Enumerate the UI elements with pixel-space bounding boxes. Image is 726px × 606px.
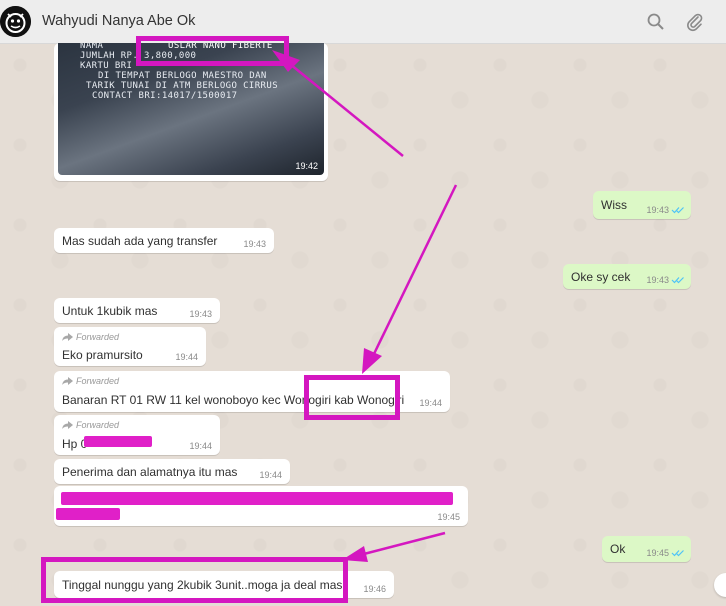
read-ticks-icon: [671, 550, 684, 557]
message-text: Ok: [610, 542, 626, 556]
outgoing-message[interactable]: Oke sy cek 19:43: [563, 264, 691, 289]
forwarded-label: Forwarded: [62, 332, 119, 342]
read-ticks-icon: [671, 277, 684, 284]
photo-line: CONTACT BRI:14017/1500017: [92, 91, 238, 101]
message-time: 19:42: [295, 161, 318, 171]
forward-arrow-icon: [62, 333, 73, 341]
message-time: 19:43: [189, 309, 212, 319]
redaction-bar: [84, 436, 152, 447]
outgoing-message[interactable]: Ok 19:45: [602, 536, 691, 562]
message-text: Oke sy cek: [571, 270, 631, 284]
message-time: 19:46: [363, 584, 386, 594]
incoming-message[interactable]: Untuk 1kubik mas 19:43: [54, 298, 220, 323]
message-text: Untuk 1kubik mas: [62, 304, 158, 318]
photo-line: NAMA: [80, 43, 104, 51]
chat-title[interactable]: Wahyudi Nanya Abe Ok: [42, 13, 195, 29]
attach-icon[interactable]: [685, 12, 705, 32]
outgoing-message[interactable]: Wiss 19:43: [593, 191, 691, 219]
message-time: 19:45: [437, 512, 460, 522]
forwarded-message[interactable]: Forwarded Eko pramursito 19:44: [54, 327, 206, 366]
annotation-box-name: [136, 36, 289, 66]
forwarded-label: Forwarded: [62, 376, 119, 386]
message-text: Wiss: [601, 198, 627, 212]
photo-line: KARTU BRI: [80, 61, 133, 71]
chat-panel[interactable]: NAMA JUMLAH RP. 3,800,000 KARTU BRI DI T…: [0, 43, 726, 606]
message-time: 19:44: [419, 398, 442, 408]
contact-avatar[interactable]: [0, 6, 31, 37]
forward-arrow-icon: [62, 421, 73, 429]
annotation-box-message: [41, 557, 348, 603]
forward-arrow-icon: [62, 377, 73, 385]
message-time: 19:44: [175, 352, 198, 362]
photo-line: TARIK TUNAI DI ATM BERLOGO CIRRUS: [86, 81, 279, 91]
forwarded-label: Forwarded: [62, 420, 119, 430]
annotation-box-address: [304, 375, 400, 420]
redaction-bar: [61, 492, 453, 505]
message-text: Mas sudah ada yang transfer: [62, 234, 218, 248]
message-time: 19:45: [646, 548, 669, 558]
message-time: 19:44: [189, 441, 212, 451]
message-text: Eko pramursito: [62, 348, 143, 362]
incoming-message[interactable]: Mas sudah ada yang transfer 19:43: [54, 228, 274, 253]
read-ticks-icon: [671, 207, 684, 214]
scroll-down-button[interactable]: [714, 573, 726, 597]
redaction-bar: [56, 508, 120, 520]
search-icon[interactable]: [646, 12, 666, 32]
forwarded-message[interactable]: Forwarded Hp 0 19:44: [54, 415, 220, 455]
message-time: 19:43: [243, 239, 266, 249]
chat-header: Wahyudi Nanya Abe Ok: [0, 0, 726, 44]
message-time: 19:43: [646, 205, 669, 215]
avatar-logo-icon: [0, 6, 31, 37]
incoming-message[interactable]: Penerima dan alamatnya itu mas 19:44: [54, 459, 290, 484]
message-text: Penerima dan alamatnya itu mas: [62, 465, 238, 479]
message-time: 19:44: [259, 470, 282, 480]
photo-line: DI TEMPAT BERLOGO MAESTRO DAN: [98, 71, 267, 81]
redacted-message[interactable]: 19:45: [54, 486, 468, 526]
message-time: 19:43: [646, 275, 669, 285]
